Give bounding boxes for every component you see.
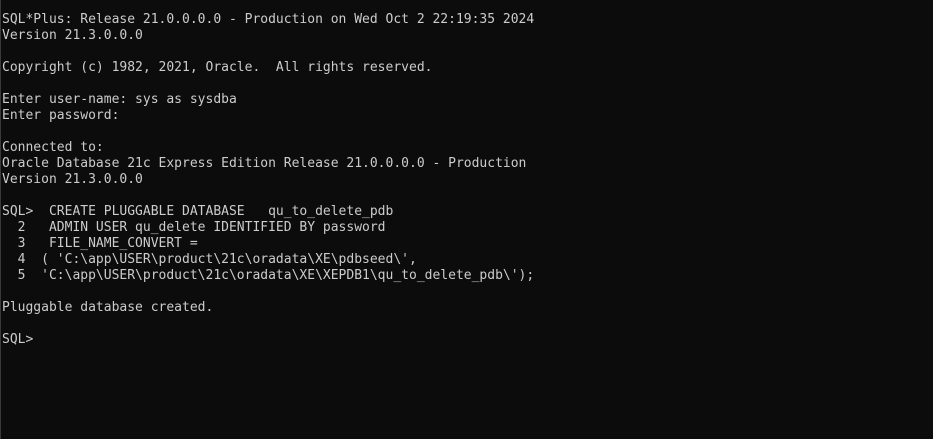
sql-command-line-5: 5 'C:\app\USER\product\21c\oradata\XE\XE… <box>2 268 535 283</box>
password-prompt-line: Enter password: <box>2 108 120 123</box>
copyright-line: Copyright (c) 1982, 2021, Oracle. All ri… <box>2 60 433 75</box>
sql-command-line-1: SQL> CREATE PLUGGABLE DATABASE qu_to_del… <box>2 204 394 219</box>
version-line: Version 21.3.0.0.0 <box>2 28 143 43</box>
terminal-output: SQL*Plus: Release 21.0.0.0.0 - Productio… <box>2 12 534 348</box>
database-edition-line: Oracle Database 21c Express Edition Rele… <box>2 156 527 171</box>
banner-line: SQL*Plus: Release 21.0.0.0.0 - Productio… <box>2 12 535 27</box>
sql-command-line-3: 3 FILE_NAME_CONVERT = <box>2 236 198 251</box>
username-prompt-line: Enter user-name: sys as sysdba <box>2 92 237 107</box>
sql-command-line-4: 4 ( 'C:\app\USER\product\21c\oradata\XE\… <box>2 252 417 267</box>
terminal-window[interactable]: SQL*Plus: Release 21.0.0.0.0 - Productio… <box>0 0 933 439</box>
connected-line: Connected to: <box>2 140 104 155</box>
database-version-line: Version 21.3.0.0.0 <box>2 172 143 187</box>
sql-prompt-input[interactable]: SQL> <box>2 332 534 348</box>
result-message-line: Pluggable database created. <box>2 300 214 315</box>
sql-command-line-2: 2 ADMIN USER qu_delete IDENTIFIED BY pas… <box>2 220 386 235</box>
